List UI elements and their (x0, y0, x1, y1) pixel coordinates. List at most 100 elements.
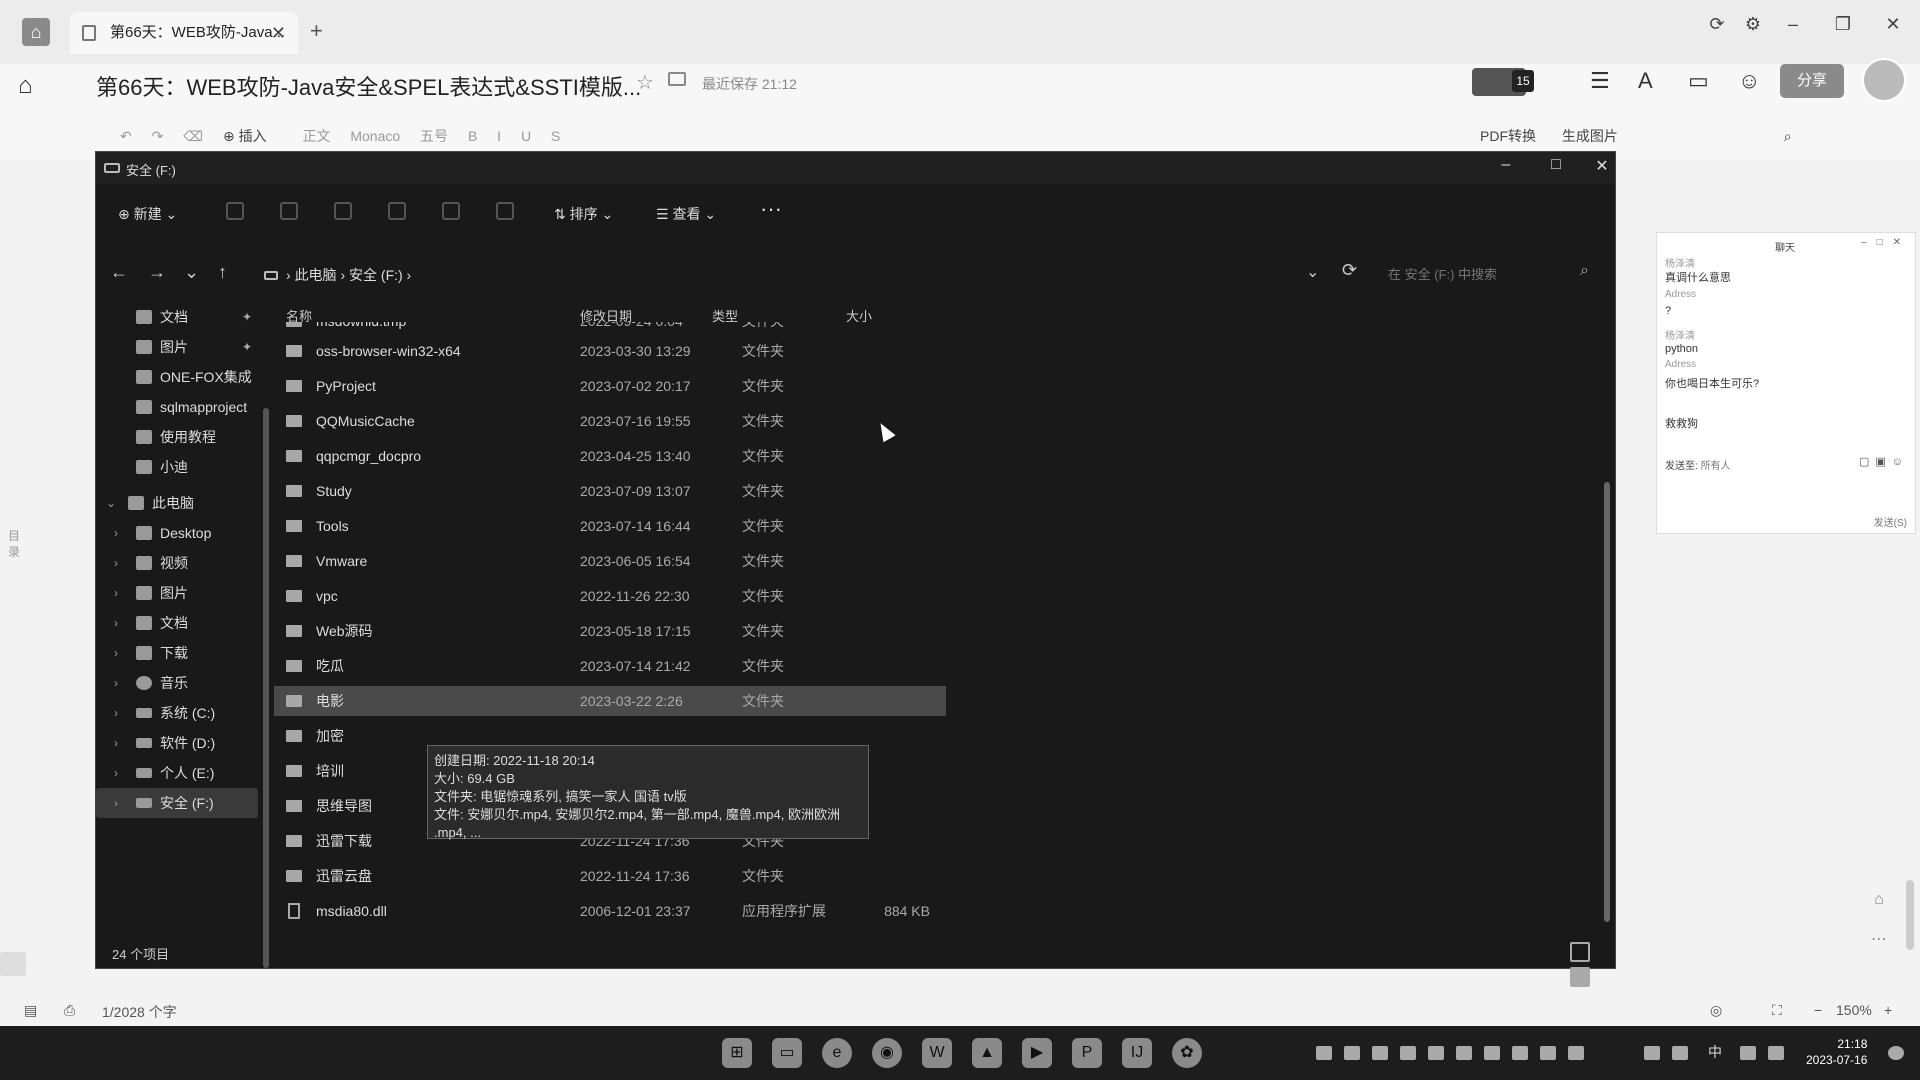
notification-icon[interactable] (1888, 1046, 1904, 1060)
undo-icon[interactable]: ↶ (120, 128, 132, 145)
tray-icon[interactable] (1344, 1046, 1360, 1060)
tray-icon[interactable] (1316, 1046, 1332, 1060)
tab-document[interactable]: 第66天：WEB攻防-Java... ✕ (70, 12, 298, 54)
nav-item-drive-e[interactable]: › 个人 (E:) (96, 758, 258, 788)
star-icon[interactable]: ☆ (636, 70, 654, 95)
nav-item-sqlmap[interactable]: sqlmapproject (96, 392, 258, 422)
file-row[interactable]: Tools 2023-07-14 16:44 文件夹 (274, 511, 946, 541)
nav-item-music[interactable]: › 音乐 (96, 668, 258, 698)
tray-icon[interactable] (1428, 1046, 1444, 1060)
insert-button[interactable]: ⊕ 插入 (223, 126, 283, 146)
tray-icon[interactable] (1512, 1046, 1528, 1060)
restore-icon[interactable]: ❐ (1828, 14, 1858, 35)
pdf-convert-button[interactable]: PDF转换 (1480, 128, 1536, 144)
nav-scrollbar[interactable] (263, 408, 269, 968)
style-select[interactable]: 正文 (302, 126, 330, 146)
minimize-icon[interactable]: – (1778, 14, 1808, 35)
side-scrollbar[interactable] (1906, 880, 1914, 950)
tray-icon[interactable] (1456, 1046, 1472, 1060)
zoom-in-button[interactable]: + (1884, 1002, 1892, 1018)
document-title[interactable]: 第66天：WEB攻防-Java安全&SPEL表达式&SSTI模版... (96, 70, 641, 102)
tiles-view-icon[interactable] (1570, 967, 1590, 987)
microphone-icon[interactable] (1672, 1046, 1688, 1060)
tray-icon[interactable] (1568, 1046, 1584, 1060)
pycharm-icon[interactable]: P (1072, 1038, 1102, 1068)
breadcrumb-this-pc[interactable]: 此电脑 (295, 267, 337, 283)
details-view-icon[interactable] (1570, 942, 1590, 962)
file-explorer-icon[interactable]: ▭ (772, 1038, 802, 1068)
chevron-right-icon[interactable]: › (114, 518, 118, 548)
search-icon[interactable]: ⌕ (1580, 262, 1589, 280)
page-view-icon[interactable]: ▤ (24, 1002, 37, 1019)
underline-icon[interactable]: U (521, 128, 531, 144)
tray-app-icon[interactable]: ✿ (1172, 1038, 1202, 1068)
nav-item-documents-pc[interactable]: › 文档 (96, 608, 258, 638)
shirt-icon[interactable]: ⌂ (1866, 880, 1892, 920)
start-icon[interactable]: ⊞ (722, 1038, 752, 1068)
app-logo-icon[interactable]: ⌂ (22, 18, 50, 46)
chat-send-button[interactable]: 发送(S) (1874, 514, 1907, 529)
collaborate-icon[interactable]: ☺ (1738, 68, 1760, 94)
chevron-right-icon[interactable]: › (114, 578, 118, 608)
battery-icon[interactable] (1644, 1046, 1660, 1060)
clock[interactable]: 21:18 2023-07-16 (1806, 1036, 1867, 1068)
font-size-select[interactable]: 五号 (420, 126, 448, 146)
file-row[interactable]: qqpcmgr_docpro 2023-04-25 13:40 文件夹 (274, 441, 946, 471)
chevron-right-icon[interactable]: › (114, 698, 118, 728)
tray-icon[interactable] (1484, 1046, 1500, 1060)
font-select[interactable]: Monaco (350, 128, 400, 144)
fullscreen-icon[interactable]: ⛶ (1772, 1002, 1782, 1019)
bold-icon[interactable]: B (468, 128, 477, 144)
refresh-icon[interactable]: ⟳ (1342, 260, 1357, 281)
home-icon[interactable]: ⌂ (18, 72, 33, 100)
copy-icon[interactable] (280, 202, 298, 220)
nav-item-pictures[interactable]: 图片 ✦ (96, 332, 258, 362)
gen-image-button[interactable]: 生成图片 (1562, 128, 1618, 144)
chevron-right-icon[interactable]: › (114, 548, 118, 578)
zoom-level[interactable]: 150% (1836, 1002, 1872, 1018)
chrome-icon[interactable]: ◉ (872, 1038, 902, 1068)
new-button[interactable]: ⊕ 新建 ⌄ (118, 204, 177, 224)
recipient-select[interactable]: 所有人 (1701, 461, 1731, 472)
rename-icon[interactable] (388, 202, 406, 220)
font-size-icon[interactable]: A (1638, 68, 1653, 94)
nav-item-videos[interactable]: › 视频 (96, 548, 258, 578)
refresh-icon[interactable]: ⟳ (1702, 14, 1732, 35)
recent-locations-icon[interactable]: ⌄ (184, 262, 199, 283)
file-row[interactable]: 迅雷云盘 2022-11-24 17:36 文件夹 (274, 861, 946, 891)
share-button[interactable]: 分享 (1780, 64, 1844, 98)
file-row[interactable]: msdia80.dll 2006-12-01 23:37 应用程序扩展 884 KB (274, 896, 946, 924)
photos-icon[interactable]: ▲ (972, 1038, 1002, 1068)
breadcrumb-drive[interactable]: 安全 (F:) (349, 267, 403, 283)
file-row[interactable]: PyProject 2023-07-02 20:17 文件夹 (274, 371, 946, 401)
chevron-right-icon[interactable]: › (114, 638, 118, 668)
file-row[interactable]: 吃瓜 2023-07-14 21:42 文件夹 (274, 651, 946, 681)
tray-icon[interactable] (1400, 1046, 1416, 1060)
chevron-right-icon[interactable]: › (114, 668, 118, 698)
chat-send-to[interactable]: 发送至: 所有人 (1665, 457, 1731, 472)
sort-button[interactable]: ⇅ 排序 ⌄ (554, 204, 613, 224)
maximize-icon[interactable]: □ (1536, 156, 1576, 174)
volume-icon[interactable] (1768, 1046, 1784, 1060)
forward-icon[interactable]: → (148, 262, 166, 283)
nav-item-this-pc[interactable]: ⌄ 此电脑 (96, 488, 258, 518)
minimize-icon[interactable]: – (1486, 156, 1526, 174)
file-row[interactable]: vpc 2022-11-26 22:30 文件夹 (274, 581, 946, 611)
input-method-indicator[interactable]: 中 (1708, 1042, 1722, 1062)
nav-item-downloads[interactable]: › 下载 (96, 638, 258, 668)
target-icon[interactable]: ◎ (1710, 1002, 1722, 1019)
chevron-down-icon[interactable]: ⌄ (106, 488, 116, 518)
outline-toggle[interactable]: 目录 (8, 528, 28, 560)
present-icon[interactable]: ▭ (1688, 68, 1709, 94)
settings-icon[interactable]: ⚙ (1738, 14, 1768, 35)
file-row-selected[interactable]: 电影 2023-03-22 2:26 文件夹 (274, 686, 946, 716)
cut-icon[interactable] (226, 202, 244, 220)
terminal-icon[interactable]: ▶ (1022, 1038, 1052, 1068)
tray-icon[interactable] (1540, 1046, 1556, 1060)
chevron-right-icon[interactable]: › (114, 788, 118, 818)
zoom-out-button[interactable]: − (1814, 1002, 1822, 1018)
address-dropdown-icon[interactable]: ⌄ (1306, 262, 1319, 282)
file-row[interactable]: oss-browser-win32-x64 2023-03-30 13:29 文件夹 (274, 336, 946, 366)
more-icon[interactable]: ⋯ (1866, 920, 1892, 960)
menu-icon[interactable]: ☰ (1590, 68, 1610, 94)
